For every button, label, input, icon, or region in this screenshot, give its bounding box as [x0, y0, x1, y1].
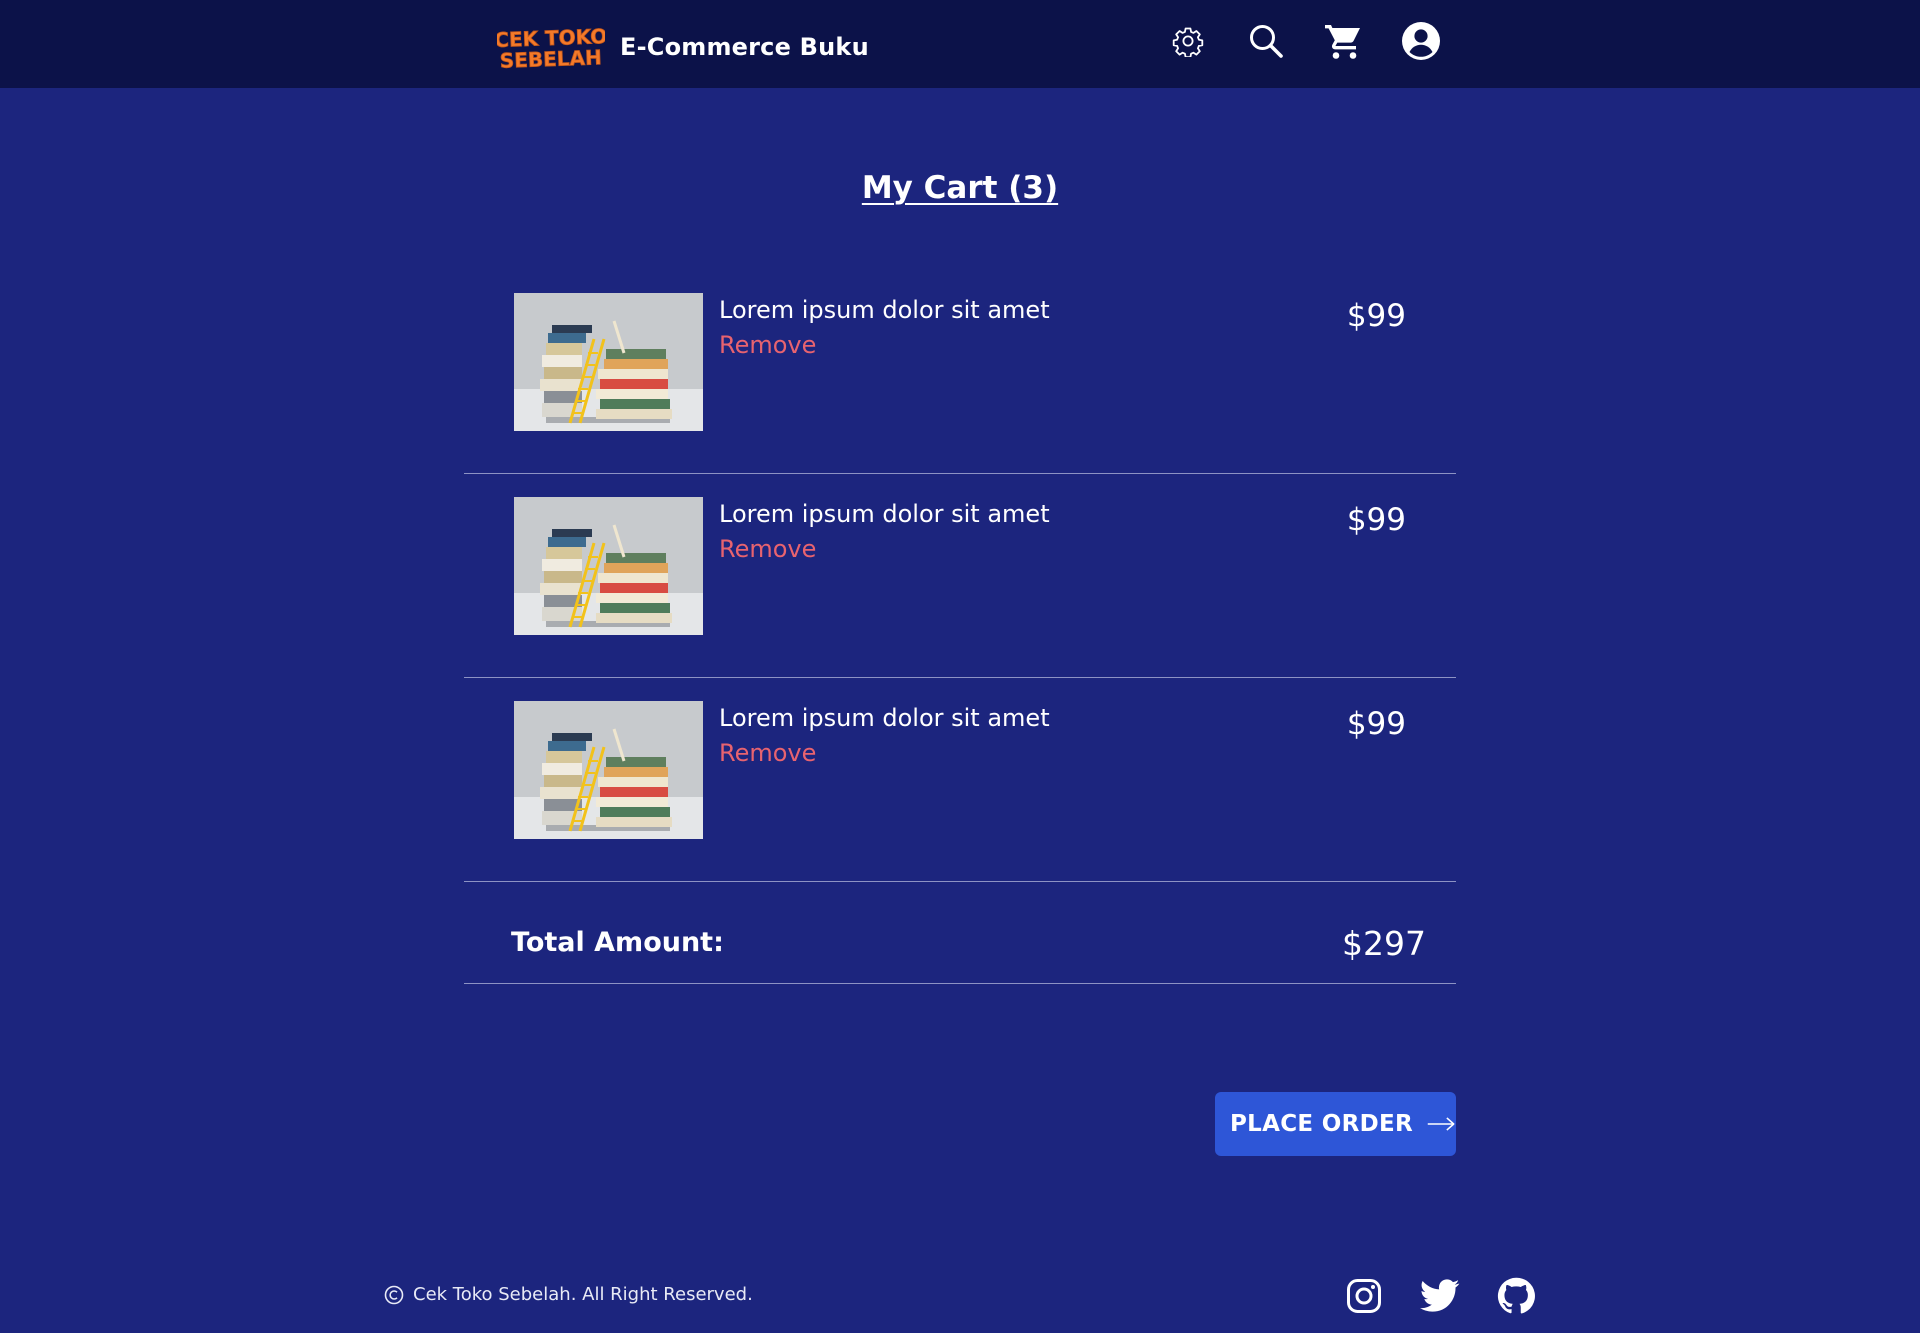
- remove-link[interactable]: Remove: [719, 535, 816, 563]
- total-row: Total Amount: $297: [464, 854, 1456, 984]
- copyright-icon: [384, 1285, 404, 1304]
- copyright: Cek Toko Sebelah. All Right Reserved.: [384, 1284, 753, 1305]
- cart-item: Lorem ipsum dolor sit amet Remove $99: [464, 474, 1456, 678]
- cart-list: Lorem ipsum dolor sit amet Remove $99 Lo…: [464, 270, 1456, 882]
- remove-link[interactable]: Remove: [719, 739, 816, 767]
- place-order-label: PLACE ORDER: [1230, 1111, 1413, 1137]
- footer: Cek Toko Sebelah. All Right Reserved.: [0, 1270, 1920, 1333]
- item-price: $99: [1346, 502, 1406, 538]
- github-icon[interactable]: [1496, 1276, 1536, 1316]
- total-value: $297: [1342, 924, 1426, 963]
- logo: CEK TOKO SEBELAH: [497, 24, 605, 70]
- item-title: Lorem ipsum dolor sit amet: [719, 704, 1050, 732]
- book-thumbnail: [514, 701, 703, 839]
- navbar: CEK TOKO SEBELAH E-Commerce Buku: [0, 0, 1920, 88]
- item-price: $99: [1346, 706, 1406, 742]
- place-order-button[interactable]: PLACE ORDER: [1215, 1092, 1456, 1156]
- user-account-icon[interactable]: [1400, 20, 1442, 62]
- page-title: My Cart (3): [861, 170, 1059, 206]
- search-icon[interactable]: [1245, 20, 1287, 62]
- item-title: Lorem ipsum dolor sit amet: [719, 500, 1050, 528]
- brand[interactable]: CEK TOKO SEBELAH E-Commerce Buku: [497, 24, 869, 70]
- gear-icon[interactable]: [1167, 20, 1209, 62]
- book-thumbnail: [514, 497, 703, 635]
- remove-link[interactable]: Remove: [719, 331, 816, 359]
- twitter-icon[interactable]: [1420, 1276, 1460, 1316]
- copyright-text: Cek Toko Sebelah. All Right Reserved.: [413, 1284, 753, 1305]
- cart-icon[interactable]: [1322, 20, 1364, 62]
- item-title: Lorem ipsum dolor sit amet: [719, 296, 1050, 324]
- cart-item: Lorem ipsum dolor sit amet Remove $99: [464, 678, 1456, 882]
- arrow-right-icon: [1427, 1117, 1455, 1131]
- svg-text:SEBELAH: SEBELAH: [499, 45, 602, 70]
- instagram-icon[interactable]: [1344, 1276, 1384, 1316]
- book-thumbnail: [514, 293, 703, 431]
- total-label: Total Amount:: [511, 927, 724, 958]
- cart-item: Lorem ipsum dolor sit amet Remove $99: [464, 270, 1456, 474]
- brand-title: E-Commerce Buku: [620, 33, 869, 61]
- item-price: $99: [1346, 298, 1406, 334]
